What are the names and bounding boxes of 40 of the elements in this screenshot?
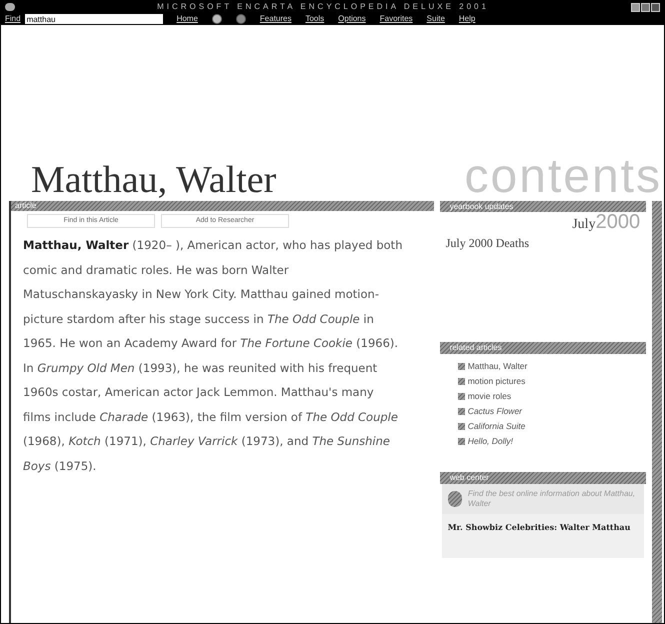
- article-icon: [458, 392, 465, 400]
- article-header: article: [11, 201, 434, 211]
- maximize-icon[interactable]: [641, 2, 650, 12]
- article-title: Matthau, Walter: [30, 161, 276, 201]
- web-link[interactable]: Mr. Showbiz Celebrities: Walter Matthau: [442, 514, 644, 558]
- related-article-link[interactable]: Cactus Flower: [458, 404, 646, 418]
- article-icon: [458, 438, 465, 444]
- menu-item[interactable]: Home: [176, 15, 198, 23]
- menu-item[interactable]: Options: [338, 15, 366, 23]
- close-icon[interactable]: [651, 2, 660, 12]
- related-header: related articles: [440, 342, 646, 354]
- back-button-icon[interactable]: [212, 14, 222, 24]
- article-icon: [458, 362, 465, 370]
- article-text: Matthau, Walter (1920– ), American actor, who has played both comic and dramatic roles. He was born Walter Matuschanskayasky in New York City. Matthau gained motion-picture stardom after his stage success in The Odd Couple in 1965. He won an Academy Award for The Fortune Cookie (1966). In Grumpy Old Men (1993), he was reunited with his frequent 1960s costar, American actor Jack Lemmon. Matthau's many films include Charade (1963), the film version of The Odd Couple (1968), Kotch (1971), Charley Varrick (1973), and The Sunshine Boys (1975).: [22, 237, 404, 474]
- window-title: MICROSOFT ENCARTA ENCYCLOPEDIA DELUXE 2001: [156, 3, 490, 11]
- article-icon: [458, 378, 465, 384]
- year-label: 2000: [596, 212, 640, 232]
- related-article-link[interactable]: Matthau, Walter: [458, 359, 646, 373]
- menu-item[interactable]: Features: [260, 15, 292, 23]
- promo-text: Find the best online information about Matthau, Walter: [468, 489, 636, 509]
- globe-icon: [448, 491, 462, 507]
- yearbook-link[interactable]: July 2000 Deaths: [440, 232, 646, 252]
- yearbook-header: yearbook updates: [440, 201, 646, 212]
- menu-item[interactable]: Suite: [426, 15, 445, 23]
- article-icon: [458, 408, 465, 414]
- related-article-link[interactable]: movie roles: [458, 389, 646, 403]
- month-label: July: [572, 218, 596, 232]
- menu-item[interactable]: Help: [458, 15, 476, 23]
- find-label: Find: [5, 15, 21, 23]
- menu-item[interactable]: Tools: [305, 15, 324, 23]
- app-logo-icon: [5, 3, 15, 11]
- related-article-link[interactable]: motion pictures: [458, 374, 646, 388]
- related-article-link[interactable]: California Suite: [458, 419, 646, 433]
- related-article-link[interactable]: Hello, Dolly!: [458, 434, 646, 448]
- menu-item[interactable]: Favorites: [380, 15, 413, 23]
- article-icon: [458, 422, 465, 430]
- forward-button-icon[interactable]: [236, 14, 246, 24]
- find-field[interactable]: matthau: [24, 14, 163, 24]
- web-center-header: web center: [440, 472, 646, 484]
- minimize-icon[interactable]: [631, 2, 640, 12]
